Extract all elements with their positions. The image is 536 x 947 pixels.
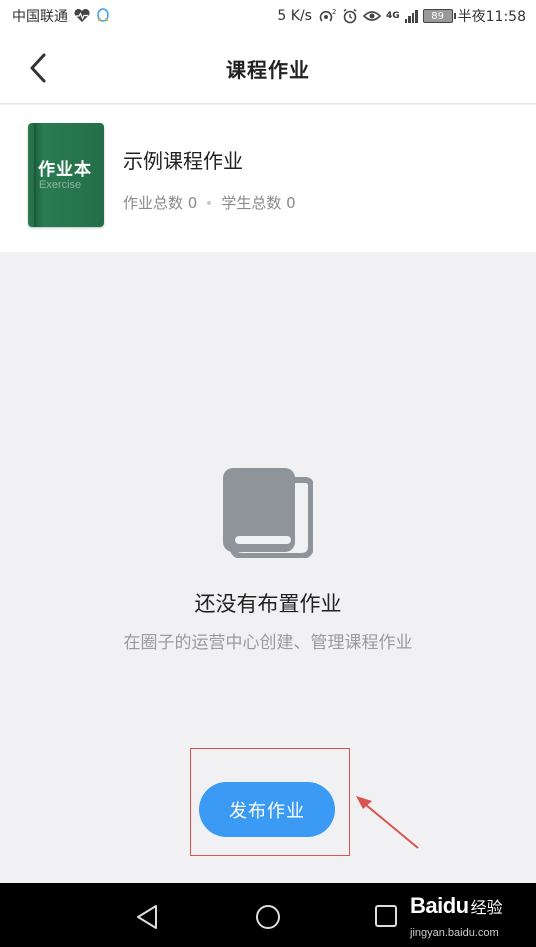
cover-title: 作业本 bbox=[38, 160, 92, 180]
eye-icon bbox=[362, 11, 381, 21]
annotation-arrow-icon bbox=[356, 796, 419, 849]
course-stats: 作业总数 0 学生总数 0 bbox=[123, 192, 296, 213]
heart-rate-icon bbox=[74, 9, 90, 22]
watermark-url: jingyan.baidu.com bbox=[410, 927, 499, 939]
empty-state-description: 在圈子的运营中心创建、管理课程作业 bbox=[123, 633, 413, 653]
battery-level: 89 bbox=[431, 10, 444, 22]
baidu-jingyan-watermark: Baidu 经验 jingyan.baidu.com bbox=[410, 893, 503, 939]
student-count: 学生总数 0 bbox=[221, 194, 296, 212]
publish-assignment-button[interactable]: 发布作业 bbox=[199, 782, 335, 837]
cover-subtitle: Exercise bbox=[39, 179, 82, 191]
watermark-brand: Baidu bbox=[410, 893, 469, 918]
course-card[interactable]: 作业本 Exercise 示例课程作业 作业总数 0 学生总数 0 bbox=[0, 105, 536, 252]
course-cover: 作业本 Exercise bbox=[28, 123, 104, 227]
book-icon bbox=[223, 468, 313, 558]
watermark-suffix: 经验 bbox=[470, 900, 503, 917]
carrier-label: 中国联通 bbox=[12, 9, 68, 25]
course-name: 示例课程作业 bbox=[123, 149, 243, 173]
hotspot-icon: 2 bbox=[319, 8, 336, 22]
status-right: 5 K/s 2 4G 89 半夜11:58 bbox=[277, 6, 526, 26]
status-left: 中国联通 bbox=[12, 6, 110, 26]
separator-dot bbox=[207, 200, 212, 205]
network-type: 4G bbox=[385, 11, 400, 21]
svg-text:2: 2 bbox=[332, 8, 336, 16]
signal-icon bbox=[404, 9, 418, 23]
clock: 半夜11:58 bbox=[457, 9, 526, 25]
alarm-icon bbox=[343, 8, 357, 24]
assignment-count: 作业总数 0 bbox=[123, 194, 198, 212]
empty-state-title: 还没有布置作业 bbox=[194, 592, 342, 616]
network-speed: 5 K/s bbox=[277, 8, 312, 24]
page-title: 课程作业 bbox=[226, 58, 310, 82]
nav-back-icon[interactable] bbox=[134, 903, 162, 931]
status-bar: 中国联通 5 K/s 2 4G 89 半夜11:58 bbox=[0, 0, 536, 32]
publish-button-label: 发布作业 bbox=[229, 800, 305, 822]
battery-icon: 89 bbox=[422, 9, 456, 23]
app-header: 课程作业 bbox=[0, 32, 536, 104]
nav-home-icon[interactable] bbox=[254, 903, 282, 931]
system-nav-bar: Baidu 经验 jingyan.baidu.com bbox=[0, 883, 536, 947]
nav-recents-icon[interactable] bbox=[373, 903, 399, 929]
qq-icon bbox=[97, 8, 109, 22]
